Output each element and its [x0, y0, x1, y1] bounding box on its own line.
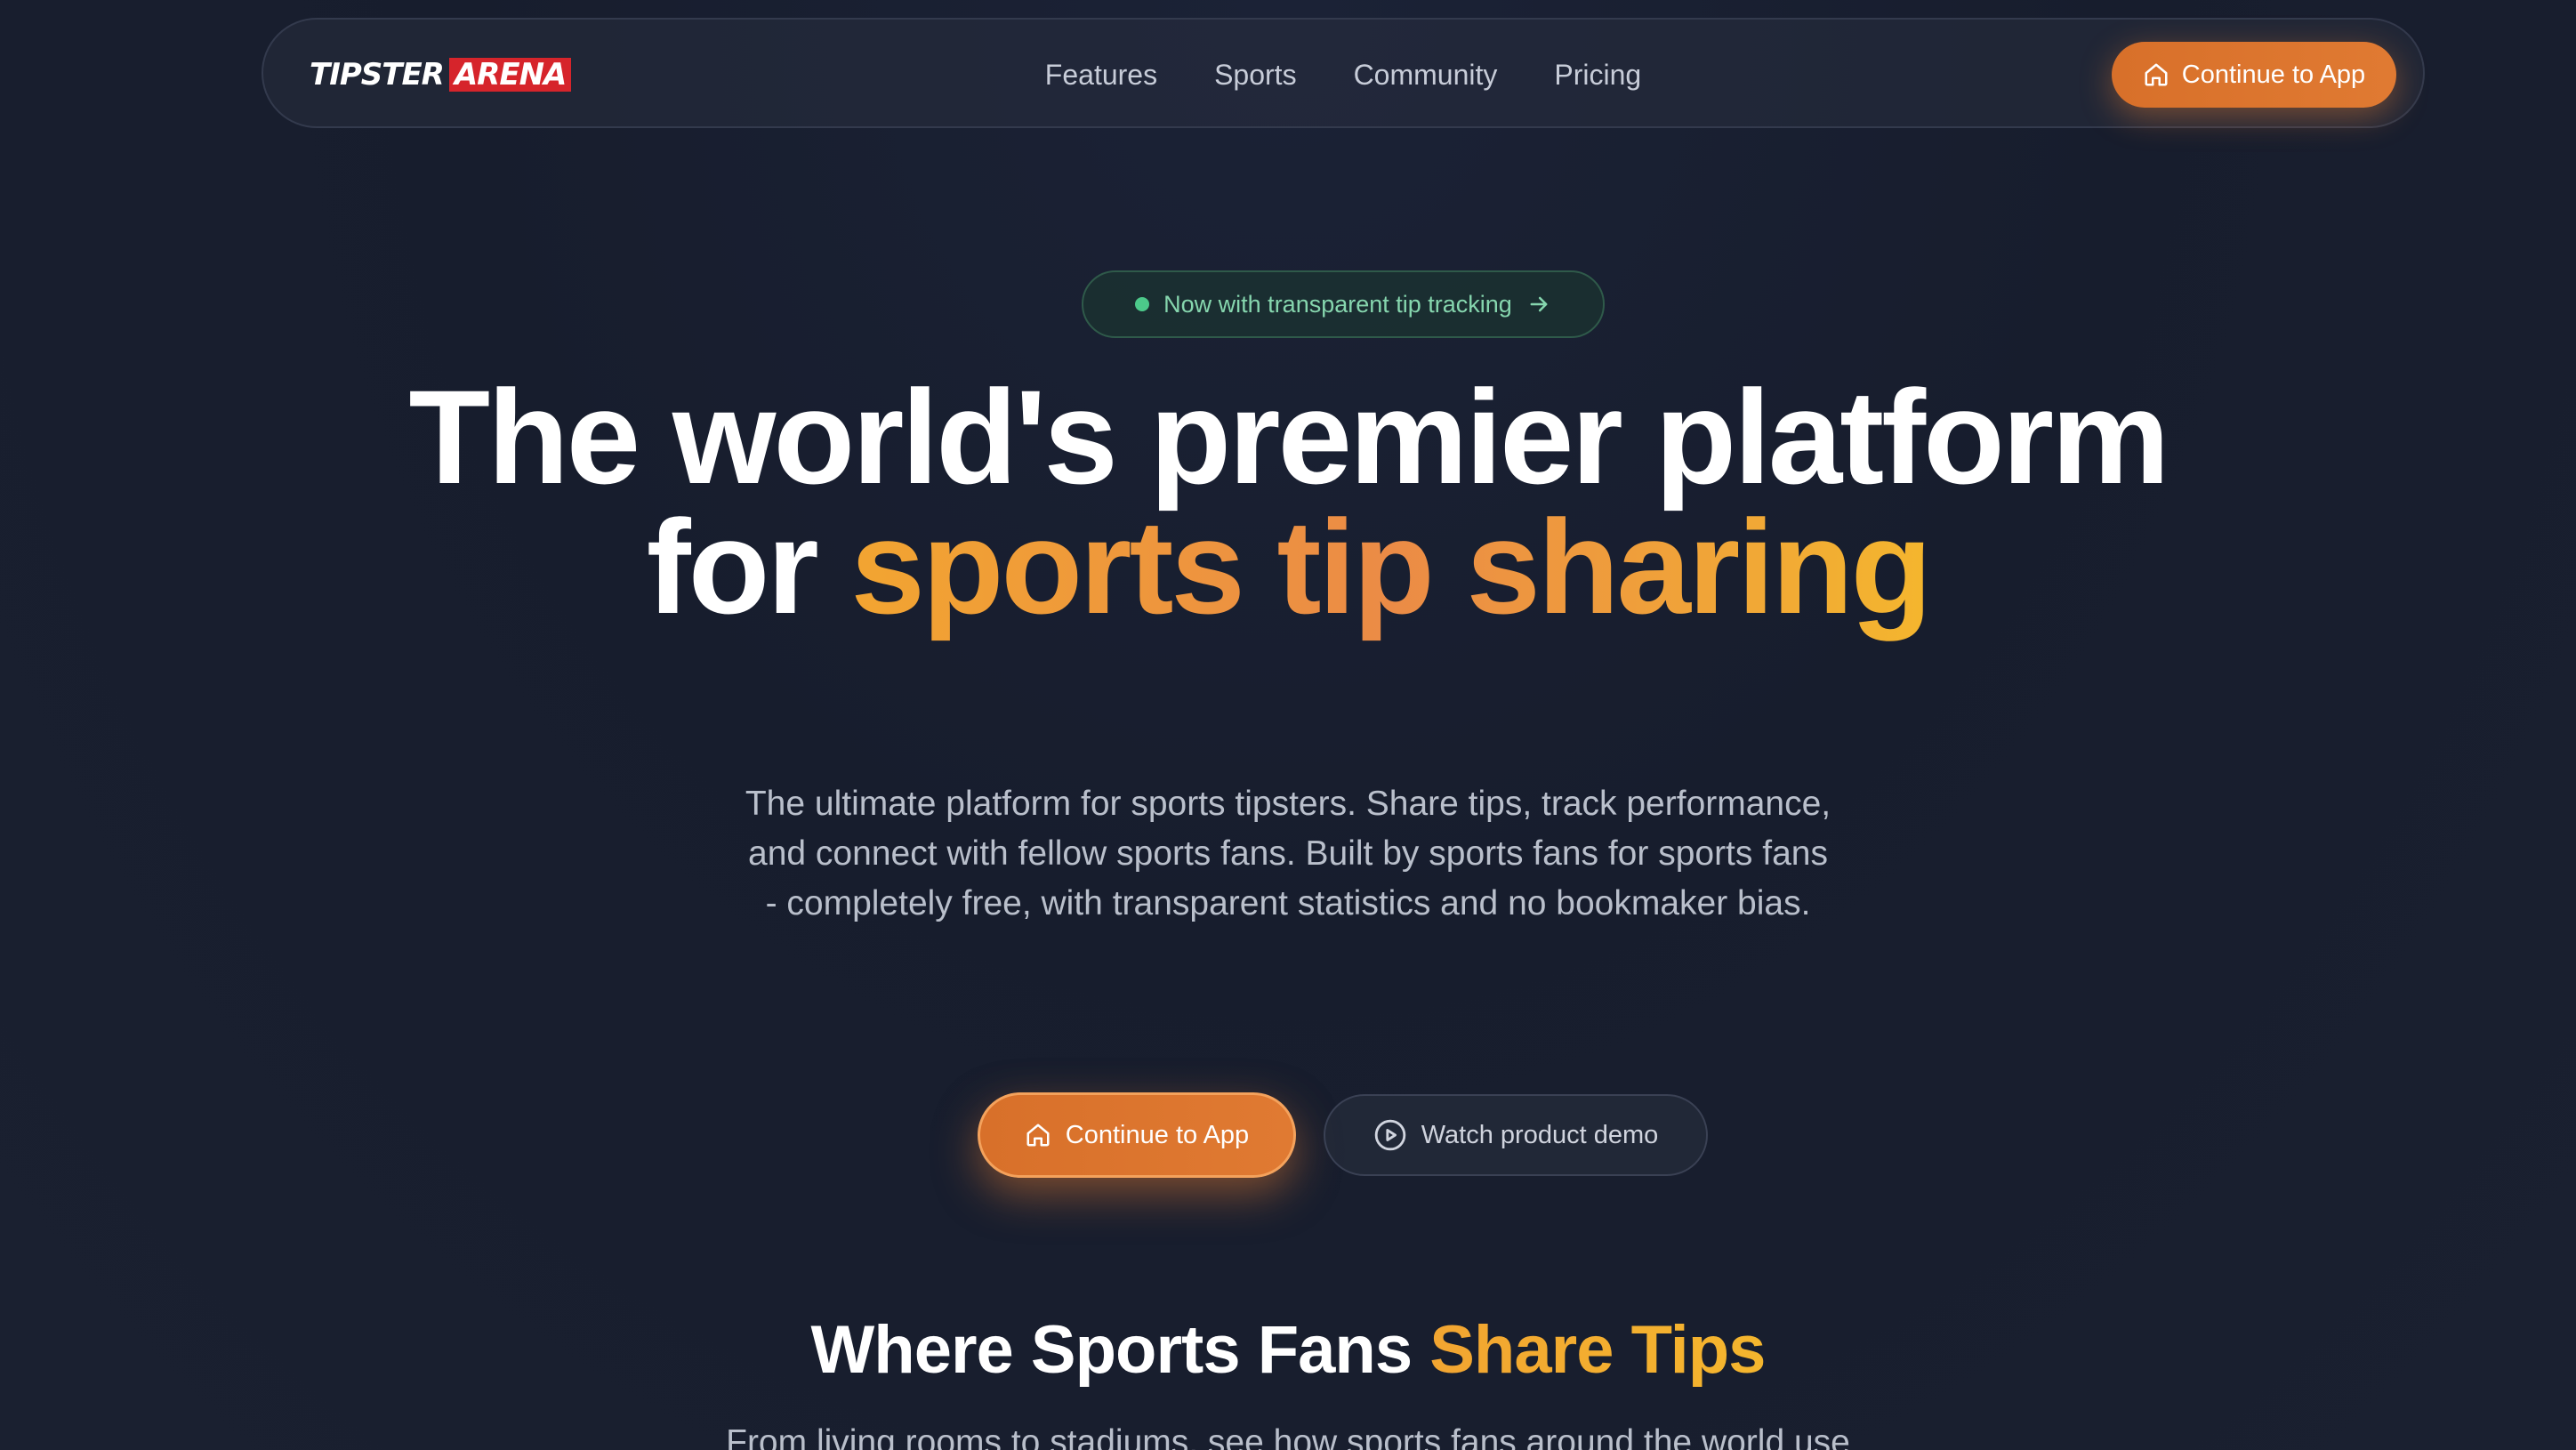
brand-logo[interactable]: TIPSTER ARENA	[310, 57, 572, 93]
status-dot-icon	[1135, 297, 1150, 311]
hero-continue-to-app-button[interactable]: Continue to App	[978, 1092, 1296, 1178]
section-title-accent: Share Tips	[1429, 1312, 1766, 1388]
section-title: Where Sports Fans Share Tips	[0, 1311, 2576, 1389]
nav-links: Features Sports Community Pricing	[263, 20, 2423, 130]
hero-title-prefix: for	[646, 492, 851, 641]
top-navbar: TIPSTER ARENA Features Sports Community …	[262, 18, 2425, 128]
badge-text: Now with transparent tip tracking	[1163, 290, 1512, 318]
section-title-prefix: Where Sports Fans	[810, 1312, 1430, 1388]
nav-continue-to-app-button[interactable]: Continue to App	[2112, 42, 2396, 108]
home-icon	[1025, 1122, 1051, 1148]
nav-link-pricing[interactable]: Pricing	[1554, 59, 1641, 92]
nav-link-community[interactable]: Community	[1354, 59, 1498, 92]
hero-title: The world's premier platform for sports …	[0, 370, 2576, 633]
hero-subtitle: The ultimate platform for sports tipster…	[745, 785, 1831, 922]
nav-link-sports[interactable]: Sports	[1214, 59, 1296, 92]
hero-title-line1: The world's premier platform	[408, 362, 2169, 512]
logo-word-arena: ARENA	[448, 58, 572, 92]
arrow-right-icon	[1526, 292, 1551, 317]
play-circle-icon	[1373, 1118, 1407, 1152]
watch-demo-button[interactable]: Watch product demo	[1324, 1094, 1708, 1176]
watch-demo-label: Watch product demo	[1421, 1120, 1659, 1149]
hero-primary-label: Continue to App	[1065, 1120, 1250, 1149]
hero-title-accent: sports tip sharing	[850, 492, 1932, 641]
nav-cta-label: Continue to App	[2181, 60, 2366, 89]
announcement-badge[interactable]: Now with transparent tip tracking	[1082, 270, 1605, 338]
page: TIPSTER ARENA Features Sports Community …	[0, 0, 2576, 1450]
section-subtitle: From living rooms to stadiums, see how s…	[726, 1423, 1850, 1450]
home-icon	[2143, 61, 2169, 88]
logo-word-tipster: TIPSTER	[310, 57, 445, 93]
nav-link-features[interactable]: Features	[1045, 59, 1157, 92]
